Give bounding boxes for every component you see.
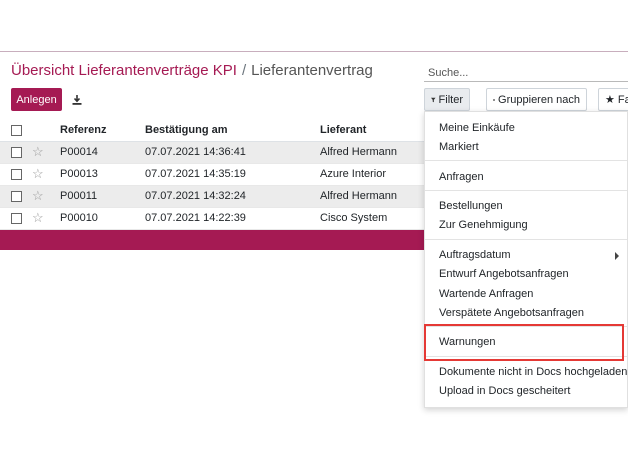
star-icon[interactable]: ☆ xyxy=(32,165,44,183)
row-reference: P00014 xyxy=(60,146,98,158)
row-supplier: Cisco System xyxy=(320,212,388,224)
breadcrumb: Übersicht Lieferantenverträge KPI / Liefer… xyxy=(11,62,373,79)
row-confirmed-date: 07.07.2021 14:22:39 xyxy=(145,212,246,224)
group-by-button[interactable]: Gruppieren nach xyxy=(486,88,587,111)
menu-divider xyxy=(425,356,627,357)
row-reference: P00013 xyxy=(60,168,98,180)
top-divider xyxy=(0,51,628,52)
menu-item-docs-upload-failed[interactable]: Upload in Docs gescheitert xyxy=(439,385,570,397)
row-confirmed-date: 07.07.2021 14:35:19 xyxy=(145,168,246,180)
star-icon[interactable]: ☆ xyxy=(32,143,44,161)
download-icon xyxy=(72,94,82,105)
select-all-checkbox[interactable] xyxy=(11,125,22,136)
create-button[interactable]: Anlegen xyxy=(11,88,62,111)
row-checkbox[interactable] xyxy=(11,191,22,202)
row-confirmed-date: 07.07.2021 14:32:24 xyxy=(145,190,246,202)
menu-item-requests[interactable]: Anfragen xyxy=(439,171,484,183)
menu-item-to-approve[interactable]: Zur Genehmigung xyxy=(439,219,528,231)
breadcrumb-separator: / xyxy=(241,62,247,79)
column-header-reference[interactable]: Referenz xyxy=(60,120,106,141)
star-icon: ★ xyxy=(605,94,615,106)
menu-item-docs-not-uploaded[interactable]: Dokumente nicht in Docs hochgeladen xyxy=(439,366,627,378)
list-icon xyxy=(493,98,496,101)
row-reference: P00010 xyxy=(60,212,98,224)
row-reference: P00011 xyxy=(60,190,98,202)
favorites-button-label: Fa xyxy=(617,93,628,106)
menu-divider xyxy=(425,326,627,327)
menu-item-starred[interactable]: Markiert xyxy=(439,141,479,153)
breadcrumb-parent-link[interactable]: Übersicht Lieferantenverträge KPI xyxy=(11,62,237,79)
menu-item-late-rfqs[interactable]: Verspätete Angebotsanfragen xyxy=(439,307,584,319)
menu-item-my-purchases[interactable]: Meine Einkäufe xyxy=(439,122,515,134)
filter-dropdown-menu: Meine Einkäufe Markiert Anfragen Bestell… xyxy=(424,111,628,408)
row-supplier: Alfred Hermann xyxy=(320,146,398,158)
row-checkbox[interactable] xyxy=(11,147,22,158)
menu-item-orders[interactable]: Bestellungen xyxy=(439,200,503,212)
menu-divider xyxy=(425,239,627,240)
download-button[interactable] xyxy=(66,88,88,111)
group-by-button-label: Gruppieren nach xyxy=(498,93,580,106)
filter-button[interactable]: Filter xyxy=(424,88,470,111)
favorites-button[interactable]: ★ Fa xyxy=(598,88,628,111)
row-supplier: Azure Interior xyxy=(320,168,387,180)
menu-item-warnings[interactable]: Warnungen xyxy=(439,336,495,348)
row-confirmed-date: 07.07.2021 14:36:41 xyxy=(145,146,246,158)
filter-button-label: Filter xyxy=(438,93,463,106)
menu-divider xyxy=(425,190,627,191)
filter-icon xyxy=(431,97,436,102)
breadcrumb-current: Lieferantenvertrag xyxy=(251,62,373,79)
menu-item-order-date[interactable]: Auftragsdatum xyxy=(439,249,511,261)
row-supplier: Alfred Hermann xyxy=(320,190,398,202)
column-header-supplier[interactable]: Lieferant xyxy=(320,120,366,141)
row-checkbox[interactable] xyxy=(11,213,22,224)
star-icon[interactable]: ☆ xyxy=(32,187,44,205)
column-header-confirmed-date[interactable]: Bestätigung am xyxy=(145,120,228,141)
search-input[interactable] xyxy=(424,64,628,82)
menu-item-waiting-rfqs[interactable]: Wartende Anfragen xyxy=(439,288,533,300)
menu-divider xyxy=(425,160,627,161)
star-icon[interactable]: ☆ xyxy=(32,209,44,227)
menu-item-draft-rfqs[interactable]: Entwurf Angebotsanfragen xyxy=(439,268,569,280)
row-checkbox[interactable] xyxy=(11,169,22,180)
submenu-chevron-right-icon[interactable] xyxy=(615,252,619,260)
